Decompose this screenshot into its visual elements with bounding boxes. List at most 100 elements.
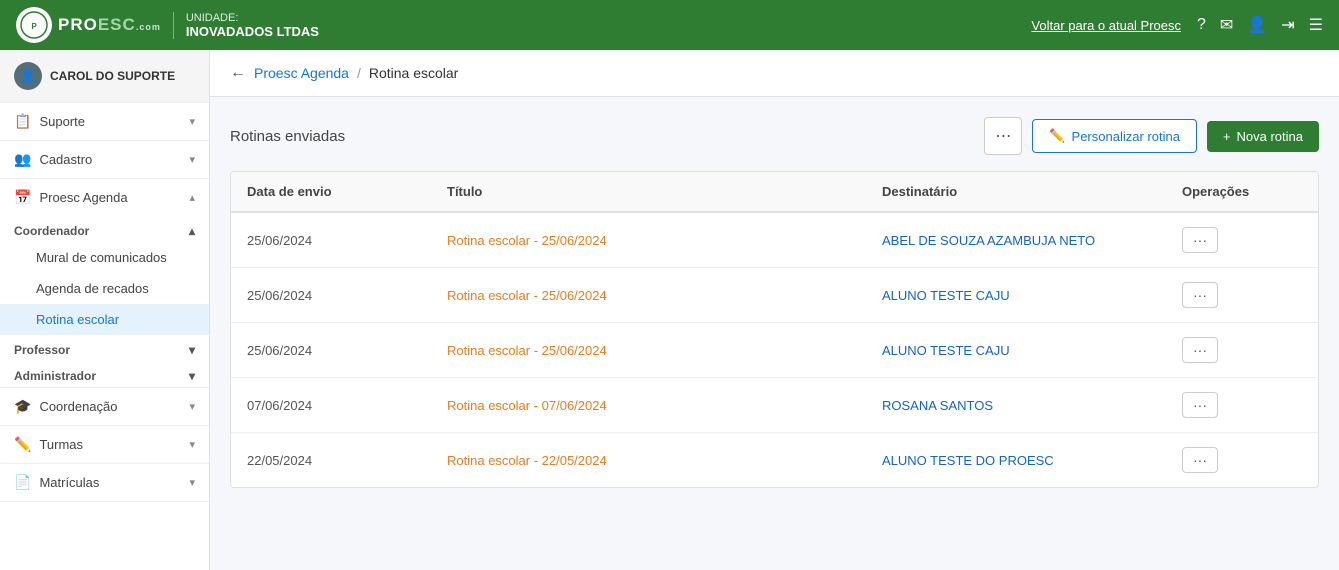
sidebar-item-label-turmas: Turmas	[39, 437, 83, 452]
table-row: 25/06/2024 Rotina escolar - 25/06/2024 A…	[231, 268, 1318, 323]
sidebar-item-matriculas[interactable]: 📄 Matrículas ▾	[0, 464, 209, 501]
cadastro-icon: 👥	[14, 151, 31, 168]
cell-dest-3: ROSANA SANTOS	[882, 398, 1182, 413]
breadcrumb-separator: /	[357, 65, 361, 81]
table-row: 22/05/2024 Rotina escolar - 22/05/2024 A…	[231, 433, 1318, 487]
cell-date-0: 25/06/2024	[247, 233, 447, 248]
logout-icon[interactable]: ⇥	[1281, 15, 1294, 35]
sidebar-item-coordenacao[interactable]: 🎓 Coordenação ▾	[0, 388, 209, 425]
sidebar-username: CAROL DO SUPORTE	[50, 69, 175, 83]
coordenacao-icon: 🎓	[14, 398, 31, 415]
main-layout: 👤 CAROL DO SUPORTE 📋 Suporte ▾ 👥 Cadastr…	[0, 50, 1339, 570]
mail-icon[interactable]: ✉	[1220, 15, 1233, 35]
sidebar-section-matriculas: 📄 Matrículas ▾	[0, 464, 209, 502]
sidebar-item-cadastro[interactable]: 👥 Cadastro ▾	[0, 141, 209, 178]
logo-text: PROESC.com	[58, 15, 161, 35]
agenda-icon: 📅	[14, 189, 31, 206]
table-row: 25/06/2024 Rotina escolar - 25/06/2024 A…	[231, 323, 1318, 378]
chevron-professor: ▾	[189, 343, 195, 357]
sidebar: 👤 CAROL DO SUPORTE 📋 Suporte ▾ 👥 Cadastr…	[0, 50, 210, 570]
cell-ops-1: ···	[1182, 282, 1302, 308]
col-date: Data de envio	[247, 184, 447, 199]
chevron-suporte: ▾	[189, 115, 195, 128]
question-icon[interactable]: ?	[1197, 16, 1206, 34]
unit-info: UNIDADE: INOVADADOS LTDAS	[173, 12, 319, 39]
breadcrumb: ← Proesc Agenda / Rotina escolar	[210, 50, 1339, 97]
sidebar-sub-item-mural[interactable]: Mural de comunicados	[0, 242, 209, 273]
toolbar: Rotinas enviadas ⋯ ✏️ Personalizar rotin…	[230, 117, 1319, 155]
pencil-icon: ✏️	[1049, 128, 1065, 144]
top-header: P PROESC.com UNIDADE: INOVADADOS LTDAS V…	[0, 0, 1339, 50]
col-title: Título	[447, 184, 882, 199]
sidebar-item-label-agenda: Proesc Agenda	[39, 190, 127, 205]
sidebar-item-label-cadastro: Cadastro	[39, 152, 92, 167]
logo: P PROESC.com	[16, 7, 161, 43]
menu-icon[interactable]: ☰	[1309, 15, 1323, 35]
personalizar-button[interactable]: ✏️ Personalizar rotina	[1032, 119, 1197, 153]
cell-title-0[interactable]: Rotina escolar - 25/06/2024	[447, 233, 882, 248]
sidebar-item-label-matriculas: Matrículas	[39, 475, 99, 490]
header-icons: ? ✉ 👤 ⇥ ☰	[1197, 15, 1323, 35]
toolbar-actions: ⋯ ✏️ Personalizar rotina + Nova rotina	[984, 117, 1319, 155]
content-area: ← Proesc Agenda / Rotina escolar Rotinas…	[210, 50, 1339, 570]
table-header: Data de envio Título Destinatário Operaç…	[231, 172, 1318, 213]
turmas-icon: ✏️	[14, 436, 31, 453]
chevron-coordenador: ▴	[189, 224, 195, 238]
sidebar-item-proesc-agenda[interactable]: 📅 Proesc Agenda ▴	[0, 179, 209, 216]
sidebar-user: 👤 CAROL DO SUPORTE	[0, 50, 209, 103]
sidebar-sub-item-rotina-escolar[interactable]: Rotina escolar	[0, 304, 209, 335]
matriculas-icon: 📄	[14, 474, 31, 491]
sidebar-item-turmas[interactable]: ✏️ Turmas ▾	[0, 426, 209, 463]
coordenador-label: Coordenador	[14, 224, 89, 238]
sidebar-sub-item-agenda-recados[interactable]: Agenda de recados	[0, 273, 209, 304]
chevron-coordenacao: ▾	[189, 400, 195, 413]
cell-dest-0: ABEL DE SOUZA AZAMBUJA NETO	[882, 233, 1182, 248]
svg-text:P: P	[31, 22, 37, 31]
sidebar-group-administrador[interactable]: Administrador ▾	[0, 361, 209, 387]
cell-title-1[interactable]: Rotina escolar - 25/06/2024	[447, 288, 882, 303]
voltar-link[interactable]: Voltar para o atual Proesc	[1031, 18, 1181, 33]
chevron-cadastro: ▾	[189, 153, 195, 166]
ops-button-3[interactable]: ···	[1182, 392, 1218, 418]
avatar: 👤	[14, 62, 42, 90]
dots-button[interactable]: ⋯	[984, 117, 1022, 155]
sidebar-item-label-suporte: Suporte	[39, 114, 85, 129]
professor-label: Professor	[14, 343, 70, 357]
cell-date-2: 25/06/2024	[247, 343, 447, 358]
cell-title-4[interactable]: Rotina escolar - 22/05/2024	[447, 453, 882, 468]
user-icon[interactable]: 👤	[1247, 15, 1267, 35]
table-body: 25/06/2024 Rotina escolar - 25/06/2024 A…	[231, 213, 1318, 487]
ops-button-0[interactable]: ···	[1182, 227, 1218, 253]
cell-ops-3: ···	[1182, 392, 1302, 418]
ops-button-2[interactable]: ···	[1182, 337, 1218, 363]
sidebar-item-suporte[interactable]: 📋 Suporte ▾	[0, 103, 209, 140]
sidebar-section-suporte: 📋 Suporte ▾	[0, 103, 209, 141]
nova-rotina-label: Nova rotina	[1237, 129, 1303, 144]
cell-title-3[interactable]: Rotina escolar - 07/06/2024	[447, 398, 882, 413]
ops-button-4[interactable]: ···	[1182, 447, 1218, 473]
col-ops: Operações	[1182, 184, 1302, 199]
sidebar-item-label-coordenacao: Coordenação	[39, 399, 117, 414]
nova-rotina-button[interactable]: + Nova rotina	[1207, 121, 1319, 152]
suporte-icon: 📋	[14, 113, 31, 130]
rotinas-table: Data de envio Título Destinatário Operaç…	[230, 171, 1319, 488]
cell-date-3: 07/06/2024	[247, 398, 447, 413]
unit-name: INOVADADOS LTDAS	[186, 24, 319, 39]
cell-dest-1: ALUNO TESTE CAJU	[882, 288, 1182, 303]
sidebar-group-professor[interactable]: Professor ▾	[0, 335, 209, 361]
section-title: Rotinas enviadas	[230, 128, 345, 145]
sidebar-section-turmas: ✏️ Turmas ▾	[0, 426, 209, 464]
cell-dest-2: ALUNO TESTE CAJU	[882, 343, 1182, 358]
logo-icon: P	[16, 7, 52, 43]
sidebar-group-coordenador[interactable]: Coordenador ▴	[0, 216, 209, 242]
cell-ops-0: ···	[1182, 227, 1302, 253]
cell-date-4: 22/05/2024	[247, 453, 447, 468]
breadcrumb-parent[interactable]: Proesc Agenda	[254, 65, 349, 81]
table-row: 25/06/2024 Rotina escolar - 25/06/2024 A…	[231, 213, 1318, 268]
sidebar-section-cadastro: 👥 Cadastro ▾	[0, 141, 209, 179]
cell-title-2[interactable]: Rotina escolar - 25/06/2024	[447, 343, 882, 358]
chevron-agenda: ▴	[189, 191, 195, 204]
ops-button-1[interactable]: ···	[1182, 282, 1218, 308]
breadcrumb-back[interactable]: ←	[230, 64, 246, 82]
plus-icon: +	[1223, 129, 1231, 144]
